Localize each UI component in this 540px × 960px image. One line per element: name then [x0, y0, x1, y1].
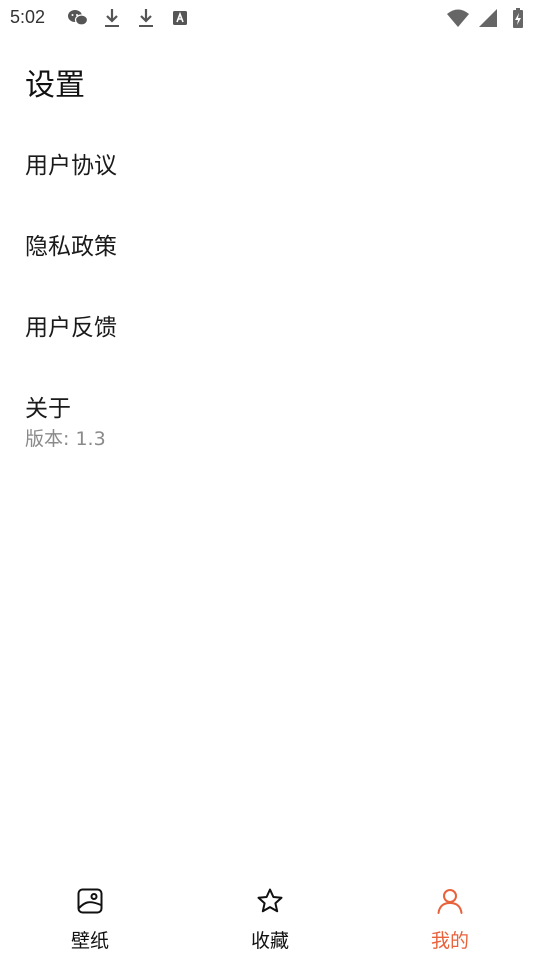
nav-mine[interactable]: 我的 [360, 876, 540, 960]
notification-icons [66, 6, 192, 30]
status-bar: 5:02 [0, 0, 540, 36]
setting-about[interactable]: 关于 版本: 1.3 [0, 380, 540, 460]
settings-list: 用户协议 隐私政策 用户反馈 [0, 120, 540, 363]
user-icon [435, 886, 465, 916]
download-icon [134, 6, 158, 30]
system-icons [446, 6, 530, 30]
setting-user-feedback[interactable]: 用户反馈 [0, 282, 540, 363]
version-text: 版本: 1.3 [25, 428, 106, 450]
nav-favorites[interactable]: 收藏 [180, 876, 360, 960]
setting-label: 隐私政策 [25, 234, 117, 260]
bottom-nav: 壁纸 收藏 我的 [0, 876, 540, 960]
font-app-icon [168, 6, 192, 30]
nav-label: 我的 [430, 930, 469, 952]
setting-label: 用户协议 [25, 153, 117, 179]
signal-icon [476, 6, 500, 30]
wechat-icon [66, 6, 90, 30]
nav-label: 收藏 [250, 930, 289, 952]
page-title: 设置 [25, 68, 85, 103]
setting-privacy-policy[interactable]: 隐私政策 [0, 201, 540, 282]
setting-label: 用户反馈 [25, 315, 117, 341]
status-time: 5:02 [10, 7, 46, 27]
wallpaper-icon [75, 886, 105, 916]
wifi-icon [446, 6, 470, 30]
nav-label: 壁纸 [70, 930, 109, 952]
battery-charging-icon [506, 6, 530, 30]
download-icon [100, 6, 124, 30]
setting-user-agreement[interactable]: 用户协议 [0, 120, 540, 201]
nav-wallpaper[interactable]: 壁纸 [0, 876, 180, 960]
star-icon [255, 886, 285, 916]
about-label: 关于 [25, 396, 71, 422]
